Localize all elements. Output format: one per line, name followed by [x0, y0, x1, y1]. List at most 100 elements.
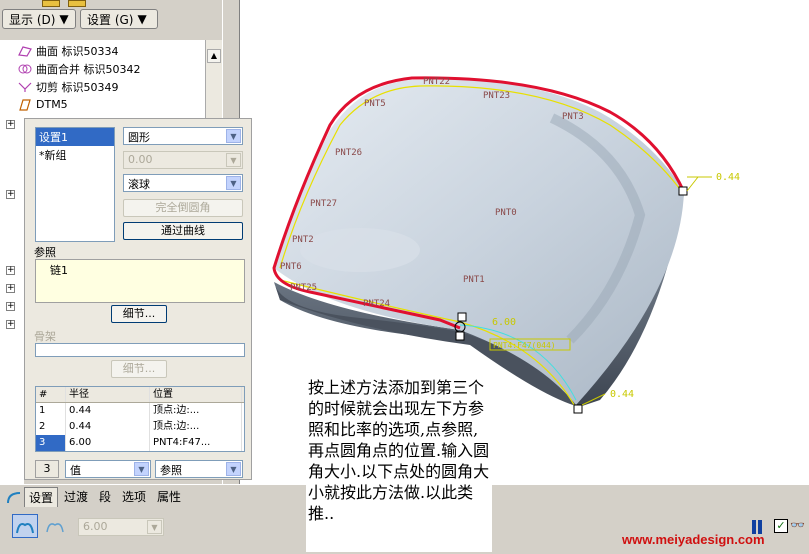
tab-settings[interactable]: 设置 [24, 487, 59, 507]
display-menu-label: 显示 (D) [9, 12, 56, 27]
chevron-down-icon: ▼ [226, 153, 241, 167]
folder-icon[interactable] [42, 0, 60, 7]
point-label: PNT24 [363, 299, 390, 309]
surface-icon [18, 45, 32, 57]
skeleton-collector [35, 343, 245, 357]
tree-item[interactable]: 曲面合并 标识50342 [18, 60, 141, 77]
expand-icon[interactable]: + [6, 266, 15, 275]
expand-icon[interactable]: + [6, 190, 15, 199]
point-label: PNT0 [495, 208, 517, 218]
tree-item-label: 曲面合并 标识50342 [36, 62, 141, 76]
disabled-value-select: 0.00 ▼ [123, 151, 243, 169]
tree-expander-strip: + + + + + + [0, 118, 24, 488]
radius-table[interactable]: # 半径 位置 1 0.44 顶点:边:... 2 0.44 顶点:边:... … [35, 386, 245, 452]
point-label: PNT22 [423, 77, 450, 87]
radius-handle[interactable] [678, 186, 688, 196]
settings-menu-label: 设置 (G) [87, 12, 134, 27]
dropdown-arrow-icon: ▼ [137, 12, 147, 26]
point-label: PNT23 [483, 91, 510, 101]
radius-dim[interactable]: 0.44 [716, 172, 740, 183]
site-watermark: www.meiyadesign.com [622, 532, 765, 547]
row-radius[interactable]: 0.44 [66, 419, 150, 435]
tree-scrollbar[interactable]: ▲ [205, 40, 222, 120]
row-location[interactable]: PNT4:F47... [150, 435, 242, 451]
row-radius[interactable]: 6.00 [66, 435, 150, 451]
chevron-down-icon: ▼ [226, 462, 241, 476]
chevron-down-icon: ▼ [226, 129, 241, 143]
set-mode-button[interactable] [12, 514, 38, 538]
tutorial-caption: 按上述方法添加到第三个的时候就会出现左下方参照和比率的选项,点参照,再点圆角点的… [306, 375, 492, 552]
tree-item[interactable]: 切剪 标识50349 [18, 78, 119, 95]
set-item[interactable]: 设置1 [36, 128, 114, 146]
details-button[interactable]: 细节... [111, 305, 167, 323]
expand-icon[interactable]: + [6, 320, 15, 329]
chevron-down-icon: ▼ [147, 520, 162, 534]
shape-select[interactable]: 圆形 ▼ [123, 127, 243, 145]
point-label: PNT25 [290, 283, 317, 293]
model-tree: 曲面 标识50334 曲面合并 标识50342 切剪 标识50349 DTM5 [0, 40, 222, 120]
edge-label: PNT4:F47(044) [493, 341, 556, 350]
chevron-down-icon: ▼ [226, 176, 241, 190]
round-set-icon [16, 523, 34, 534]
skeleton-label: 骨架 [34, 330, 56, 343]
skeleton-details-button: 细节... [111, 360, 167, 378]
chevron-down-icon: ▼ [134, 462, 149, 476]
surface-shading [300, 228, 420, 272]
settings-menu-button[interactable]: 设置 (G) ▼ [80, 9, 158, 29]
radius-dim[interactable]: 6.00 [492, 317, 516, 328]
glasses-preview-icon[interactable]: 👓 [790, 518, 805, 532]
radius-handle[interactable] [573, 404, 583, 414]
tab-options[interactable]: 选项 [122, 488, 146, 505]
radius-value: 6.00 [83, 520, 108, 533]
transition-mode-icon[interactable] [44, 516, 66, 536]
tree-item-label: 曲面 标识50334 [36, 44, 119, 58]
expand-icon[interactable]: + [6, 284, 15, 293]
column-header: 位置 [150, 387, 242, 402]
round-dialog-panel: 设置1 *新组 圆形 ▼ 0.00 ▼ 滚球 ▼ 完全倒圆角 通过曲线 参照 链… [24, 118, 252, 480]
reference-item[interactable]: 链1 [50, 262, 68, 278]
full-round-button: 完全倒圆角 [123, 199, 243, 217]
cut-icon [18, 82, 32, 92]
tab-transition[interactable]: 过渡 [64, 488, 88, 505]
radius-dim[interactable]: 0.44 [610, 389, 634, 400]
row-radius[interactable]: 0.44 [66, 403, 150, 419]
round-type-select[interactable]: 滚球 ▼ [123, 174, 243, 192]
scroll-up-icon[interactable]: ▲ [207, 49, 221, 63]
reference-mode-select[interactable]: 参照 ▼ [155, 460, 243, 478]
tab-properties[interactable]: 属性 [157, 488, 181, 505]
leader-line [686, 176, 699, 192]
row-number: 3 [36, 435, 66, 451]
row-location[interactable]: 顶点:边:... [150, 403, 242, 419]
tab-segments[interactable]: 段 [99, 488, 111, 505]
tree-item[interactable]: DTM5 [18, 96, 68, 113]
reference-label: 参照 [34, 246, 56, 259]
set-item[interactable]: *新组 [36, 146, 114, 164]
radius-handle[interactable] [457, 312, 467, 322]
shape-select-value: 圆形 [128, 131, 150, 144]
point-label: PNT2 [292, 235, 314, 245]
tree-item-label: DTM5 [36, 98, 68, 111]
display-menu-button[interactable]: 显示 (D) ▼ [2, 9, 76, 29]
expand-icon[interactable]: + [6, 302, 15, 311]
radius-handle[interactable] [455, 331, 465, 341]
dropdown-arrow-icon: ▼ [59, 12, 69, 26]
table-row[interactable]: 3 6.00 PNT4:F47... [36, 435, 244, 451]
expand-icon[interactable]: + [6, 120, 15, 129]
tree-item-label: 切剪 标识50349 [36, 80, 119, 94]
through-curve-button[interactable]: 通过曲线 [123, 222, 243, 240]
table-row[interactable]: 2 0.44 顶点:边:... [36, 419, 244, 435]
radius-select: 6.00 ▼ [78, 518, 164, 536]
folder-icon[interactable] [68, 0, 86, 7]
table-row[interactable]: 1 0.44 顶点:边:... [36, 403, 244, 419]
confirm-check-icon[interactable]: ✓ [774, 519, 788, 533]
value-mode-select[interactable]: 值 ▼ [65, 460, 151, 478]
tree-item[interactable]: 曲面 标识50334 [18, 42, 119, 59]
point-label: PNT1 [463, 275, 485, 285]
sets-list[interactable]: 设置1 *新组 [35, 127, 115, 242]
merge-icon [18, 64, 32, 73]
reference-collector[interactable]: 链1 [35, 259, 245, 303]
point-label: PNT3 [562, 112, 584, 122]
row-number: 1 [36, 403, 66, 419]
round-tool-icon [7, 492, 21, 504]
row-location[interactable]: 顶点:边:... [150, 419, 242, 435]
